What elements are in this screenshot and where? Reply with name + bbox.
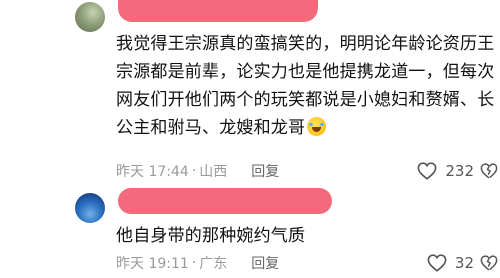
like-button[interactable]: 232 (417, 161, 474, 181)
comment-text: 我觉得王宗源真的蛮搞笑的，明明论年龄论资历王宗源都是前辈，论实力也是他提携龙道一… (116, 30, 496, 142)
heart-icon (417, 162, 437, 180)
like-count: 32 (454, 254, 474, 272)
meta-separator: · (191, 255, 197, 271)
laughing-with-tears-emoji-icon (307, 117, 327, 136)
comment-meta: 昨天 19:11 · 广东 回复 (116, 253, 279, 273)
commenter-avatar[interactable] (75, 193, 105, 223)
comment-text: 他自身带的那种婉约气质 (116, 222, 496, 250)
like-count: 232 (445, 162, 474, 180)
like-button[interactable]: 32 (427, 253, 474, 273)
broken-heart-icon (480, 163, 498, 179)
reply-button[interactable]: 回复 (251, 161, 279, 181)
reply-button[interactable]: 回复 (251, 253, 279, 273)
meta-separator: · (191, 163, 197, 179)
heart-icon (427, 254, 447, 272)
comment-location: 广东 (199, 256, 228, 272)
commenter-avatar[interactable] (75, 2, 105, 32)
comment-time: 昨天 19:11 (116, 256, 189, 272)
redacted-username (118, 188, 332, 214)
comment-location: 山西 (199, 164, 228, 180)
dislike-button[interactable] (478, 253, 500, 273)
dislike-button[interactable] (478, 161, 500, 181)
redacted-username (118, 0, 318, 22)
comment-time: 昨天 17:44 (116, 164, 189, 180)
comment-meta: 昨天 17:44 · 山西 回复 (116, 161, 279, 181)
comment-body: 他自身带的那种婉约气质 (116, 226, 306, 246)
comment-body: 我觉得王宗源真的蛮搞笑的，明明论年龄论资历王宗源都是前辈，论实力也是他提携龙道一… (116, 34, 495, 138)
broken-heart-icon (480, 255, 498, 271)
